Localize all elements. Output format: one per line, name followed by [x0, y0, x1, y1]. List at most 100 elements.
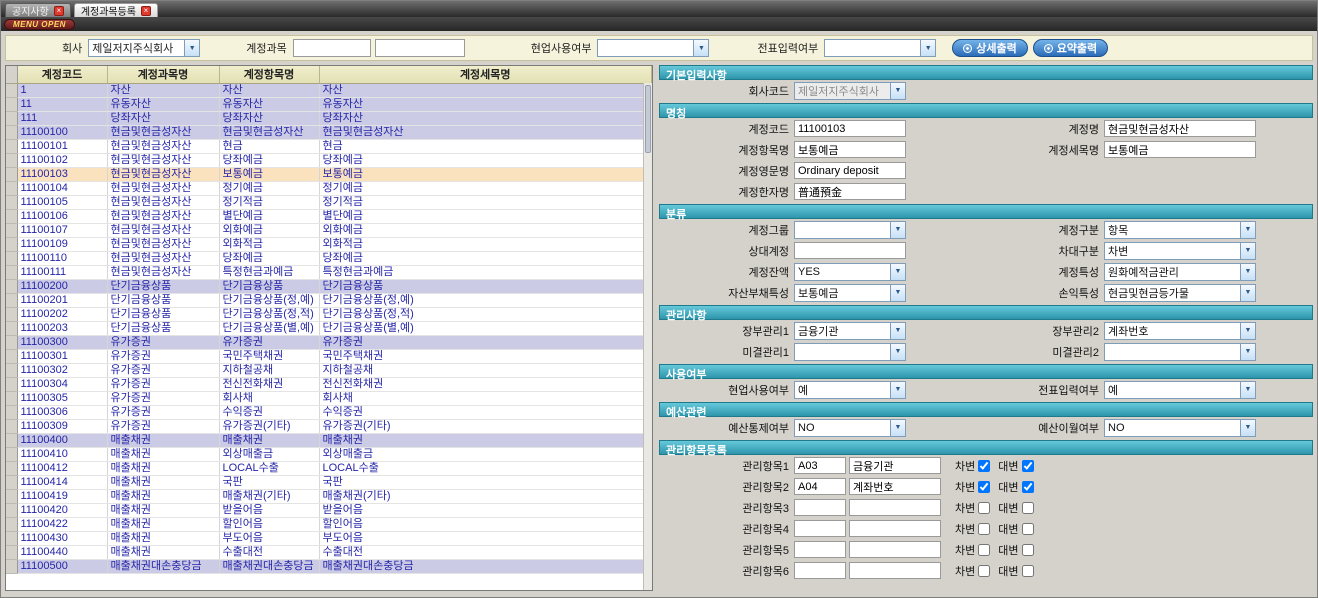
ledger_mgmt2-select[interactable]: 계좌번호▼ — [1104, 322, 1256, 340]
row-selector[interactable] — [6, 181, 17, 195]
row-selector[interactable] — [6, 265, 17, 279]
row-selector[interactable] — [6, 335, 17, 349]
table-row[interactable]: 11100305유가증권회사채회사채 — [6, 391, 652, 405]
account_chinese_name-input[interactable] — [794, 183, 906, 200]
credit-checkbox[interactable] — [1022, 460, 1034, 472]
table-row[interactable]: 11100301유가증권국민주택채권국민주택채권 — [6, 349, 652, 363]
debit-checkbox[interactable] — [978, 460, 990, 472]
mgmt-name-input[interactable] — [849, 520, 941, 537]
row-selector[interactable] — [6, 195, 17, 209]
counter_account-input[interactable] — [794, 242, 906, 259]
account_division-select[interactable]: 항목▼ — [1104, 221, 1256, 239]
mgmt-name-input[interactable] — [849, 457, 941, 474]
table-row[interactable]: 1자산자산자산 — [6, 83, 652, 97]
credit-checkbox[interactable] — [1022, 523, 1034, 535]
row-selector[interactable] — [6, 447, 17, 461]
mgmt-code-input[interactable] — [794, 562, 846, 579]
row-selector[interactable] — [6, 321, 17, 335]
account_detail_name-input[interactable] — [1104, 141, 1256, 158]
budget_carryover_yn-select[interactable]: NO▼ — [1104, 419, 1256, 437]
account_english_name-input[interactable] — [794, 162, 906, 179]
row-selector[interactable] — [6, 167, 17, 181]
asset_liability_trait-select[interactable]: 보통예금▼ — [794, 284, 906, 302]
account-code-input[interactable] — [293, 39, 371, 57]
row-selector[interactable] — [6, 307, 17, 321]
ledger_mgmt1-select[interactable]: 금융기관▼ — [794, 322, 906, 340]
row-selector[interactable] — [6, 223, 17, 237]
debit-checkbox[interactable] — [978, 565, 990, 577]
table-row[interactable]: 11100103현금및현금성자산보통예금보통예금 — [6, 167, 652, 181]
table-row[interactable]: 11100109현금및현금성자산외화적금외화적금 — [6, 237, 652, 251]
row-selector[interactable] — [6, 125, 17, 139]
mgmt-code-input[interactable] — [794, 499, 846, 516]
tab-account-registration[interactable]: 계정과목등록 × — [74, 3, 158, 17]
mgmt-name-input[interactable] — [849, 541, 941, 558]
debit_credit_division-select[interactable]: 차변▼ — [1104, 242, 1256, 260]
mgmt-name-input[interactable] — [849, 478, 941, 495]
table-row[interactable]: 11100100현금및현금성자산현금및현금성자산현금및현금성자산 — [6, 125, 652, 139]
table-row[interactable]: 11100420매출채권받을어음받을어음 — [6, 503, 652, 517]
credit-checkbox[interactable] — [1022, 544, 1034, 556]
table-row[interactable]: 11100105현금및현금성자산정기적금정기적금 — [6, 195, 652, 209]
slip-input-select[interactable]: ▼ — [824, 39, 936, 57]
col-header-item-name[interactable]: 계정항목명 — [219, 66, 319, 83]
tab-notice[interactable]: 공지사항 × — [5, 3, 71, 17]
table-row[interactable]: 11100201단기금융상품단기금융상품(정,예)단기금융상품(정,예) — [6, 293, 652, 307]
table-row[interactable]: 11100107현금및현금성자산외화예금외화예금 — [6, 223, 652, 237]
row-selector[interactable] — [6, 377, 17, 391]
col-header-account-name[interactable]: 계정과목명 — [107, 66, 219, 83]
company-select[interactable]: 제일저지주식회사 ▼ — [88, 39, 200, 57]
summary-print-button[interactable]: 요약출력 — [1033, 39, 1108, 57]
table-row[interactable]: 11유동자산유동자산유동자산 — [6, 97, 652, 111]
table-row[interactable]: 11100304유가증권전신전화채권전신전화채권 — [6, 377, 652, 391]
table-row[interactable]: 11100500매출채권대손충당금매출채권대손충당금매출채권대손충당금 — [6, 559, 652, 573]
row-selector[interactable] — [6, 279, 17, 293]
mgmt-name-input[interactable] — [849, 562, 941, 579]
debit-checkbox[interactable] — [978, 502, 990, 514]
row-selector[interactable] — [6, 153, 17, 167]
credit-checkbox[interactable] — [1022, 502, 1034, 514]
account_code-input[interactable] — [794, 120, 906, 137]
budget_control_yn-select[interactable]: NO▼ — [794, 419, 906, 437]
debit-checkbox[interactable] — [978, 523, 990, 535]
row-selector[interactable] — [6, 139, 17, 153]
table-row[interactable]: 11100202단기금융상품단기금융상품(정,적)단기금융상품(정,적) — [6, 307, 652, 321]
row-selector[interactable] — [6, 559, 17, 573]
credit-checkbox[interactable] — [1022, 481, 1034, 493]
credit-checkbox[interactable] — [1022, 565, 1034, 577]
close-icon[interactable]: × — [54, 6, 64, 16]
pending_mgmt2-select[interactable]: ▼ — [1104, 343, 1256, 361]
table-row[interactable]: 11100200단기금융상품단기금융상품단기금융상품 — [6, 279, 652, 293]
row-selector[interactable] — [6, 531, 17, 545]
table-row[interactable]: 11100104현금및현금성자산정기예금정기예금 — [6, 181, 652, 195]
account-name-input[interactable] — [375, 39, 465, 57]
detail-print-button[interactable]: 상세출력 — [952, 39, 1027, 57]
scrollbar-thumb[interactable] — [645, 85, 651, 153]
field_use_yn-select[interactable]: 예▼ — [794, 381, 906, 399]
table-row[interactable]: 11100412매출채권LOCAL수출LOCAL수출 — [6, 461, 652, 475]
table-row[interactable]: 11100440매출채권수출대전수출대전 — [6, 545, 652, 559]
account_balance-select[interactable]: YES▼ — [794, 263, 906, 281]
row-selector[interactable] — [6, 111, 17, 125]
company_code-select[interactable]: 제일저지주식회사▼ — [794, 82, 906, 100]
debit-checkbox[interactable] — [978, 544, 990, 556]
row-selector[interactable] — [6, 475, 17, 489]
row-selector[interactable] — [6, 97, 17, 111]
row-selector[interactable] — [6, 489, 17, 503]
account_group-select[interactable]: ▼ — [794, 221, 906, 239]
row-selector[interactable] — [6, 363, 17, 377]
row-selector[interactable] — [6, 405, 17, 419]
row-selector[interactable] — [6, 293, 17, 307]
table-row[interactable]: 11100302유가증권지하철공채지하철공채 — [6, 363, 652, 377]
row-selector[interactable] — [6, 251, 17, 265]
table-row[interactable]: 111당좌자산당좌자산당좌자산 — [6, 111, 652, 125]
table-row[interactable]: 11100110현금및현금성자산당좌예금당좌예금 — [6, 251, 652, 265]
col-header-detail-name[interactable]: 계정세목명 — [319, 66, 652, 83]
row-selector[interactable] — [6, 349, 17, 363]
table-row[interactable]: 11100400매출채권매출채권매출채권 — [6, 433, 652, 447]
table-row[interactable]: 11100309유가증권유가증권(기타)유가증권(기타) — [6, 419, 652, 433]
mgmt-code-input[interactable] — [794, 478, 846, 495]
table-row[interactable]: 11100101현금및현금성자산현금현금 — [6, 139, 652, 153]
table-row[interactable]: 11100422매출채권할인어음할인어음 — [6, 517, 652, 531]
row-selector[interactable] — [6, 517, 17, 531]
